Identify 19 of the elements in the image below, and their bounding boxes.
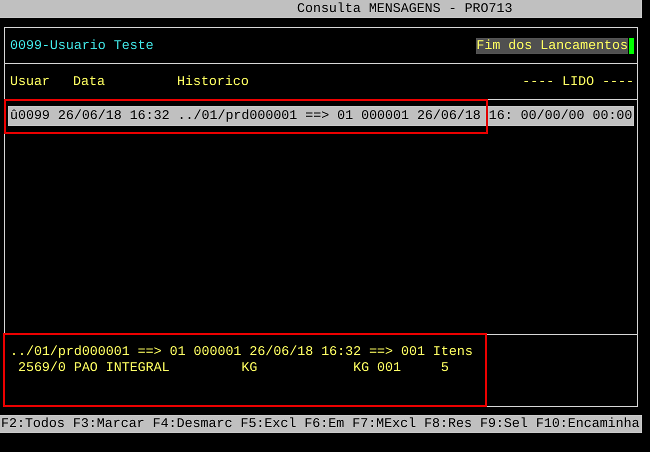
user-label: 0099-Usuario Teste: [10, 38, 154, 54]
function-key[interactable]: F6:Em: [304, 416, 344, 432]
function-key[interactable]: F9:Sel: [480, 416, 528, 432]
status-text: Fim dos Lancamentos: [476, 38, 628, 54]
function-key[interactable]: F2:Todos: [1, 416, 65, 432]
function-key[interactable]: F3:Marcar: [72, 416, 145, 432]
function-key[interactable]: F4:Desmarc: [152, 416, 232, 432]
function-key[interactable]: F7:MExcl: [352, 416, 416, 432]
window-title: Consulta MENSAGENS - PRO713: [297, 1, 512, 17]
function-key[interactable]: F10:Encaminha: [536, 416, 640, 432]
detail-line: ../01/prd000001 ==> 01 000001 26/06/18 16:32 ==> 001 Itens: [10, 344, 474, 360]
column-header: Data: [73, 74, 106, 90]
function-key[interactable]: F8:Res: [424, 416, 472, 432]
column-header: Usuar: [10, 74, 51, 90]
column-header: ---- LIDO ----: [522, 74, 634, 90]
detail-line: 2569/0 PAO INTEGRAL KG KG 001 5: [16, 360, 450, 376]
column-header: Historico: [177, 74, 249, 90]
message-row[interactable]: û0099 26/06/18 16:32 ../01/prd000001 ==> 01 000001 26/06/18 16: 00/00/00 00:00: [8, 106, 634, 126]
function-key[interactable]: F5:Excl: [240, 416, 296, 432]
